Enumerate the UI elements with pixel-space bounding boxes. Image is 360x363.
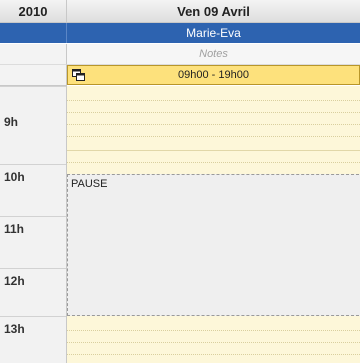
hour-divider xyxy=(0,164,66,165)
hour-divider xyxy=(0,86,66,87)
resource-name: Marie-Eva xyxy=(186,26,241,40)
day-calendar: 2010 Ven 09 Avril Marie-Eva Notes 09h00 … xyxy=(0,0,360,363)
slot-divider xyxy=(67,136,360,137)
work-slot[interactable] xyxy=(67,316,360,363)
hour-divider xyxy=(0,268,66,269)
year-label: 2010 xyxy=(18,3,48,19)
shift-range: 09h00 - 19h00 xyxy=(178,69,249,81)
notes-field[interactable]: Notes xyxy=(67,44,360,65)
slot-divider xyxy=(67,162,360,163)
pause-block[interactable]: PAUSE xyxy=(67,174,359,316)
hour-label: 9h xyxy=(4,115,19,129)
hour-label: 11h xyxy=(4,222,25,236)
hours-gutter: 9h 10h 11h 12h 13h xyxy=(0,86,67,363)
hour-label: 10h xyxy=(4,170,25,184)
slot-divider xyxy=(67,124,360,125)
hour-divider xyxy=(0,316,66,317)
slot-divider xyxy=(67,112,360,113)
shift-bar[interactable]: 09h00 - 19h00 xyxy=(67,65,360,85)
day-column[interactable]: PAUSE xyxy=(67,86,360,363)
hour-label: 13h xyxy=(4,322,25,336)
shift-row-spacer xyxy=(0,65,67,86)
slot-divider xyxy=(67,330,360,331)
copy-icon[interactable] xyxy=(72,69,85,81)
slot-divider xyxy=(67,354,360,355)
day-label: Ven 09 Avril xyxy=(177,3,250,19)
resource-row-spacer xyxy=(0,23,67,43)
hour-label: 12h xyxy=(4,274,25,288)
slot-divider xyxy=(67,100,360,101)
slot-divider xyxy=(67,342,360,343)
year-header: 2010 xyxy=(0,0,67,23)
resource-header[interactable]: Marie-Eva xyxy=(67,23,360,43)
hour-divider xyxy=(67,150,360,151)
hour-divider xyxy=(0,216,66,217)
notes-row-spacer xyxy=(0,44,67,65)
notes-placeholder: Notes xyxy=(199,48,228,60)
pause-label: PAUSE xyxy=(71,178,108,190)
day-header[interactable]: Ven 09 Avril xyxy=(67,0,360,23)
